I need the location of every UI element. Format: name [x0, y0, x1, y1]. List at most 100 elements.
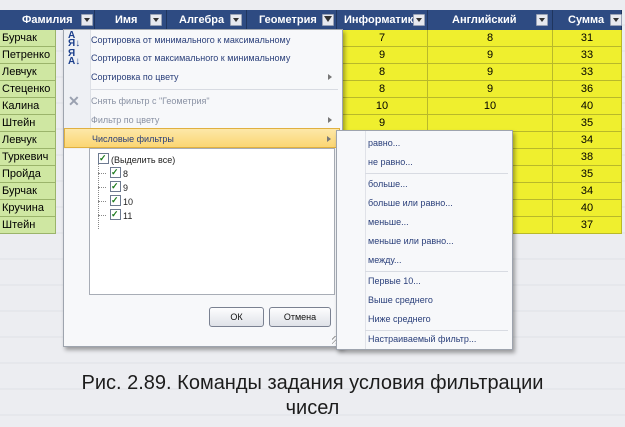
values-checklist: (Выделить все) 8 9 10 11 — [89, 148, 335, 295]
cell-summa[interactable]: 38 — [553, 149, 622, 166]
cell-angliyskiy[interactable]: 10 — [428, 98, 553, 115]
cell-familia[interactable]: Стеценко — [0, 81, 56, 98]
clear-filter-icon: ✕ — [68, 93, 80, 109]
cell-summa[interactable]: 40 — [553, 98, 622, 115]
submenu-item-between[interactable]: между... — [337, 250, 510, 270]
cell-angliyskiy[interactable]: 9 — [428, 81, 553, 98]
checkbox-label: 11 — [123, 211, 133, 221]
menu-item-filter-color[interactable]: Фильтр по цвету — [64, 110, 340, 130]
submenu-item-greater[interactable]: больше... — [337, 174, 510, 194]
header-algebra[interactable]: Алгебра — [167, 10, 247, 30]
submenu-item-not-equals[interactable]: не равно... — [337, 152, 510, 172]
figure-caption: Рис. 2.89. Команды задания условия фильт… — [81, 372, 544, 394]
checkbox-label: 9 — [123, 183, 129, 193]
ok-button[interactable]: ОК — [209, 307, 264, 327]
cell-informatika[interactable]: 8 — [337, 81, 428, 98]
cell-informatika[interactable]: 7 — [337, 30, 428, 47]
submenu-arrow-icon — [328, 74, 332, 80]
filter-menu: А Я↓ Сортировка от минимального к максима… — [63, 29, 343, 347]
filter-active-button[interactable] — [322, 14, 334, 26]
header-angliyskiy[interactable]: Английский — [428, 10, 553, 30]
checkbox-checked-icon — [110, 165, 121, 179]
menu-item-sort-color[interactable]: Сортировка по цвету — [64, 67, 340, 87]
submenu-item-below-average[interactable]: Ниже среднего — [337, 309, 510, 329]
tree-line — [98, 173, 106, 175]
submenu-item-above-average[interactable]: Выше среднего — [337, 290, 510, 310]
menu-item-label: Сортировка от максимального к минимально… — [91, 53, 291, 63]
filter-dropdown-button[interactable] — [81, 14, 93, 26]
header-label: Фамилия — [22, 14, 73, 26]
header-informatika[interactable]: Информатика — [337, 10, 428, 30]
cell-informatika[interactable]: 9 — [337, 47, 428, 64]
cell-summa[interactable]: 37 — [553, 217, 622, 234]
cell-familia[interactable]: Пройда — [0, 166, 56, 183]
submenu-item-less[interactable]: меньше... — [337, 212, 510, 232]
menu-item-number-filters[interactable]: Числовые фильтры — [64, 128, 340, 148]
header-familia[interactable]: Фамилия — [0, 10, 95, 30]
submenu-item-custom[interactable]: Настраиваемый фильтр... — [337, 329, 510, 349]
menu-item-clear-filter[interactable]: ✕ Снять фильтр с "Геометрия" — [64, 91, 340, 111]
header-label: Алгебра — [179, 14, 225, 26]
header-geometria[interactable]: Геометрия — [247, 10, 337, 30]
header-summa[interactable]: Сумма — [553, 10, 622, 30]
cell-summa[interactable]: 33 — [553, 47, 622, 64]
cell-familia[interactable]: Штейн — [0, 115, 56, 132]
cell-summa[interactable]: 40 — [553, 200, 622, 217]
cell-familia[interactable]: Левчук — [0, 132, 56, 149]
menu-item-label: Числовые фильтры — [92, 134, 174, 144]
cell-familia[interactable]: Бурчак — [0, 30, 56, 47]
submenu-item-top10[interactable]: Первые 10... — [337, 271, 510, 291]
header-imya[interactable]: Имя — [95, 10, 167, 30]
cell-familia[interactable]: Кручинa — [0, 200, 56, 217]
header-label: Сумма — [568, 14, 605, 26]
cell-familia[interactable]: Левчук — [0, 64, 56, 81]
menu-item-sort-asc[interactable]: А Я↓ Сортировка от минимального к максима… — [64, 30, 340, 50]
menu-item-label: Сортировка по цвету — [91, 72, 179, 82]
cell-familia[interactable]: Штейн — [0, 217, 56, 234]
cell-summa[interactable]: 34 — [553, 132, 622, 149]
submenu-item-greater-equal[interactable]: больше или равно... — [337, 193, 510, 213]
submenu-item-less-equal[interactable]: меньше или равно... — [337, 231, 510, 251]
cell-summa[interactable]: 33 — [553, 64, 622, 81]
checkbox-checked-icon — [110, 207, 121, 221]
header-label: Английский — [452, 14, 517, 26]
cell-summa[interactable]: 35 — [553, 115, 622, 132]
cell-summa[interactable]: 31 — [553, 30, 622, 47]
cell-familia[interactable]: Бурчак — [0, 183, 56, 200]
tree-line — [98, 187, 106, 189]
header-label: Геометрия — [259, 14, 317, 26]
checkbox-label: (Выделить все) — [111, 155, 176, 165]
cell-informatika[interactable]: 8 — [337, 64, 428, 81]
submenu-item-label: равно... — [368, 138, 401, 148]
submenu-item-label: меньше или равно... — [368, 236, 454, 246]
filter-dropdown-button[interactable] — [230, 14, 242, 26]
cell-angliyskiy[interactable]: 9 — [428, 64, 553, 81]
tree-line — [98, 161, 100, 229]
submenu-item-label: Выше среднего — [368, 295, 433, 305]
submenu-item-label: Первые 10... — [368, 276, 421, 286]
submenu-item-label: Настраиваемый фильтр... — [368, 334, 477, 344]
menu-separator — [91, 89, 338, 90]
cell-summa[interactable]: 34 — [553, 183, 622, 200]
cell-angliyskiy[interactable]: 8 — [428, 30, 553, 47]
filter-dropdown-button[interactable] — [150, 14, 162, 26]
cell-summa[interactable]: 36 — [553, 81, 622, 98]
cell-familia[interactable]: Калина — [0, 98, 56, 115]
submenu-item-label: Ниже среднего — [368, 314, 431, 324]
submenu-item-equals[interactable]: равно... — [337, 133, 510, 153]
cancel-button[interactable]: Отмена — [269, 307, 331, 327]
header-row: Фамилия Имя Алгебра Геометрия Информатик… — [0, 10, 622, 30]
checkbox-select-all[interactable]: (Выделить все) — [98, 151, 176, 167]
submenu-arrow-icon — [328, 117, 332, 123]
menu-item-sort-desc[interactable]: Я А↓ Сортировка от максимального к минима… — [64, 48, 340, 68]
cell-angliyskiy[interactable]: 9 — [428, 47, 553, 64]
cell-informatika[interactable]: 10 — [337, 98, 428, 115]
checkbox-value[interactable]: 11 — [110, 207, 133, 223]
submenu-item-label: между... — [368, 255, 402, 265]
cell-summa[interactable]: 35 — [553, 166, 622, 183]
filter-dropdown-button[interactable] — [610, 14, 622, 26]
cell-familia[interactable]: Петренко — [0, 47, 56, 64]
filter-dropdown-button[interactable] — [536, 14, 548, 26]
cell-familia[interactable]: Туркевич — [0, 149, 56, 166]
filter-dropdown-button[interactable] — [413, 14, 425, 26]
